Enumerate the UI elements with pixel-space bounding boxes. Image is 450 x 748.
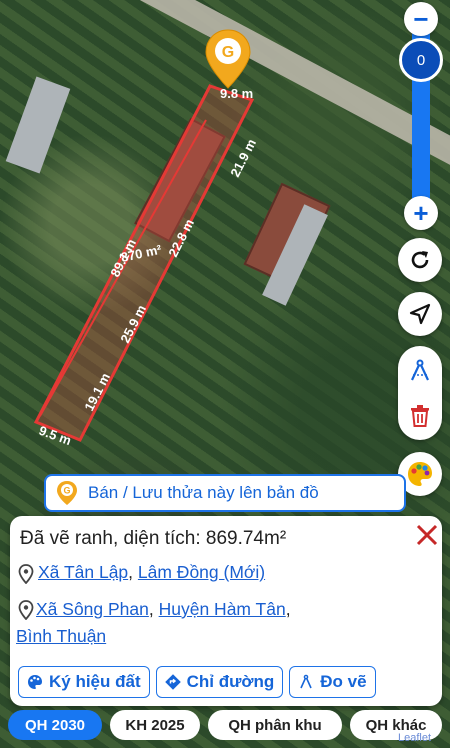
locate-button[interactable] xyxy=(398,292,442,336)
edge-label: 21.9 m xyxy=(227,136,259,179)
province-link[interactable]: Lâm Đồng (Mới) xyxy=(138,562,265,582)
compass-draw-icon xyxy=(300,674,313,689)
land-symbol-button[interactable]: Ký hiệu đất xyxy=(18,666,150,698)
draw-tools xyxy=(398,346,442,440)
planning-tabs: QH 2030 KH 2025 QH phân khu QH khác xyxy=(8,710,442,740)
close-icon[interactable] xyxy=(414,522,440,548)
chip-label: Chỉ đường xyxy=(186,672,275,691)
zoom-in-button[interactable]: + xyxy=(404,196,438,230)
navigate-arrow-icon xyxy=(409,303,431,325)
directions-button[interactable]: Chỉ đường xyxy=(155,666,284,698)
palette-icon xyxy=(408,462,432,486)
parcel-info-card: Đã vẽ ranh, diện tích: 869.74m² Xã Tân L… xyxy=(10,516,442,706)
area-summary: Đã vẽ ranh, diện tích: 869.74m² xyxy=(20,528,287,549)
compass-draw-icon[interactable] xyxy=(407,358,433,384)
save-parcel-label: Bán / Lưu thửa này lên bản đồ xyxy=(88,483,319,502)
svg-text:G: G xyxy=(63,486,70,496)
location-new: Xã Tân Lập, Lâm Đồng (Mới) xyxy=(18,562,265,584)
measure-draw-button[interactable]: Đo vẽ xyxy=(289,666,376,698)
map-marker-icon xyxy=(18,600,34,620)
zoom-out-button[interactable]: − xyxy=(404,2,438,36)
tab-kh-2025[interactable]: KH 2025 xyxy=(110,710,200,740)
commune-link[interactable]: Xã Tân Lập xyxy=(38,562,128,582)
palette-icon xyxy=(28,675,42,689)
trash-icon[interactable] xyxy=(409,404,431,428)
refresh-button[interactable] xyxy=(398,238,442,282)
zoom-level-handle[interactable]: 0 xyxy=(399,38,443,82)
province-link[interactable]: Bình Thuận xyxy=(16,626,106,646)
action-chips: Ký hiệu đất Chỉ đường Đo vẽ xyxy=(18,666,376,698)
location-pin-logo-icon: G xyxy=(57,481,77,505)
directions-icon xyxy=(164,674,181,690)
tab-qh-2030[interactable]: QH 2030 xyxy=(8,710,102,740)
refresh-icon xyxy=(411,251,429,269)
tab-qh-phan-khu[interactable]: QH phân khu xyxy=(208,710,342,740)
commune-link[interactable]: Xã Sông Phan xyxy=(36,599,149,619)
location-old: Xã Sông Phan, Huyện Hàm Tân, Bình Thuận xyxy=(16,599,291,646)
location-pin-icon[interactable]: G xyxy=(204,28,252,90)
map-marker-icon xyxy=(18,564,34,584)
svg-text:G: G xyxy=(222,44,234,61)
map-attribution[interactable]: Leaflet xyxy=(398,732,431,744)
chip-label: Đo vẽ xyxy=(320,672,367,691)
save-parcel-button[interactable]: G Bán / Lưu thửa này lên bản đồ xyxy=(44,474,406,512)
chip-label: Ký hiệu đất xyxy=(49,672,141,691)
district-link[interactable]: Huyện Hàm Tân xyxy=(159,599,286,619)
